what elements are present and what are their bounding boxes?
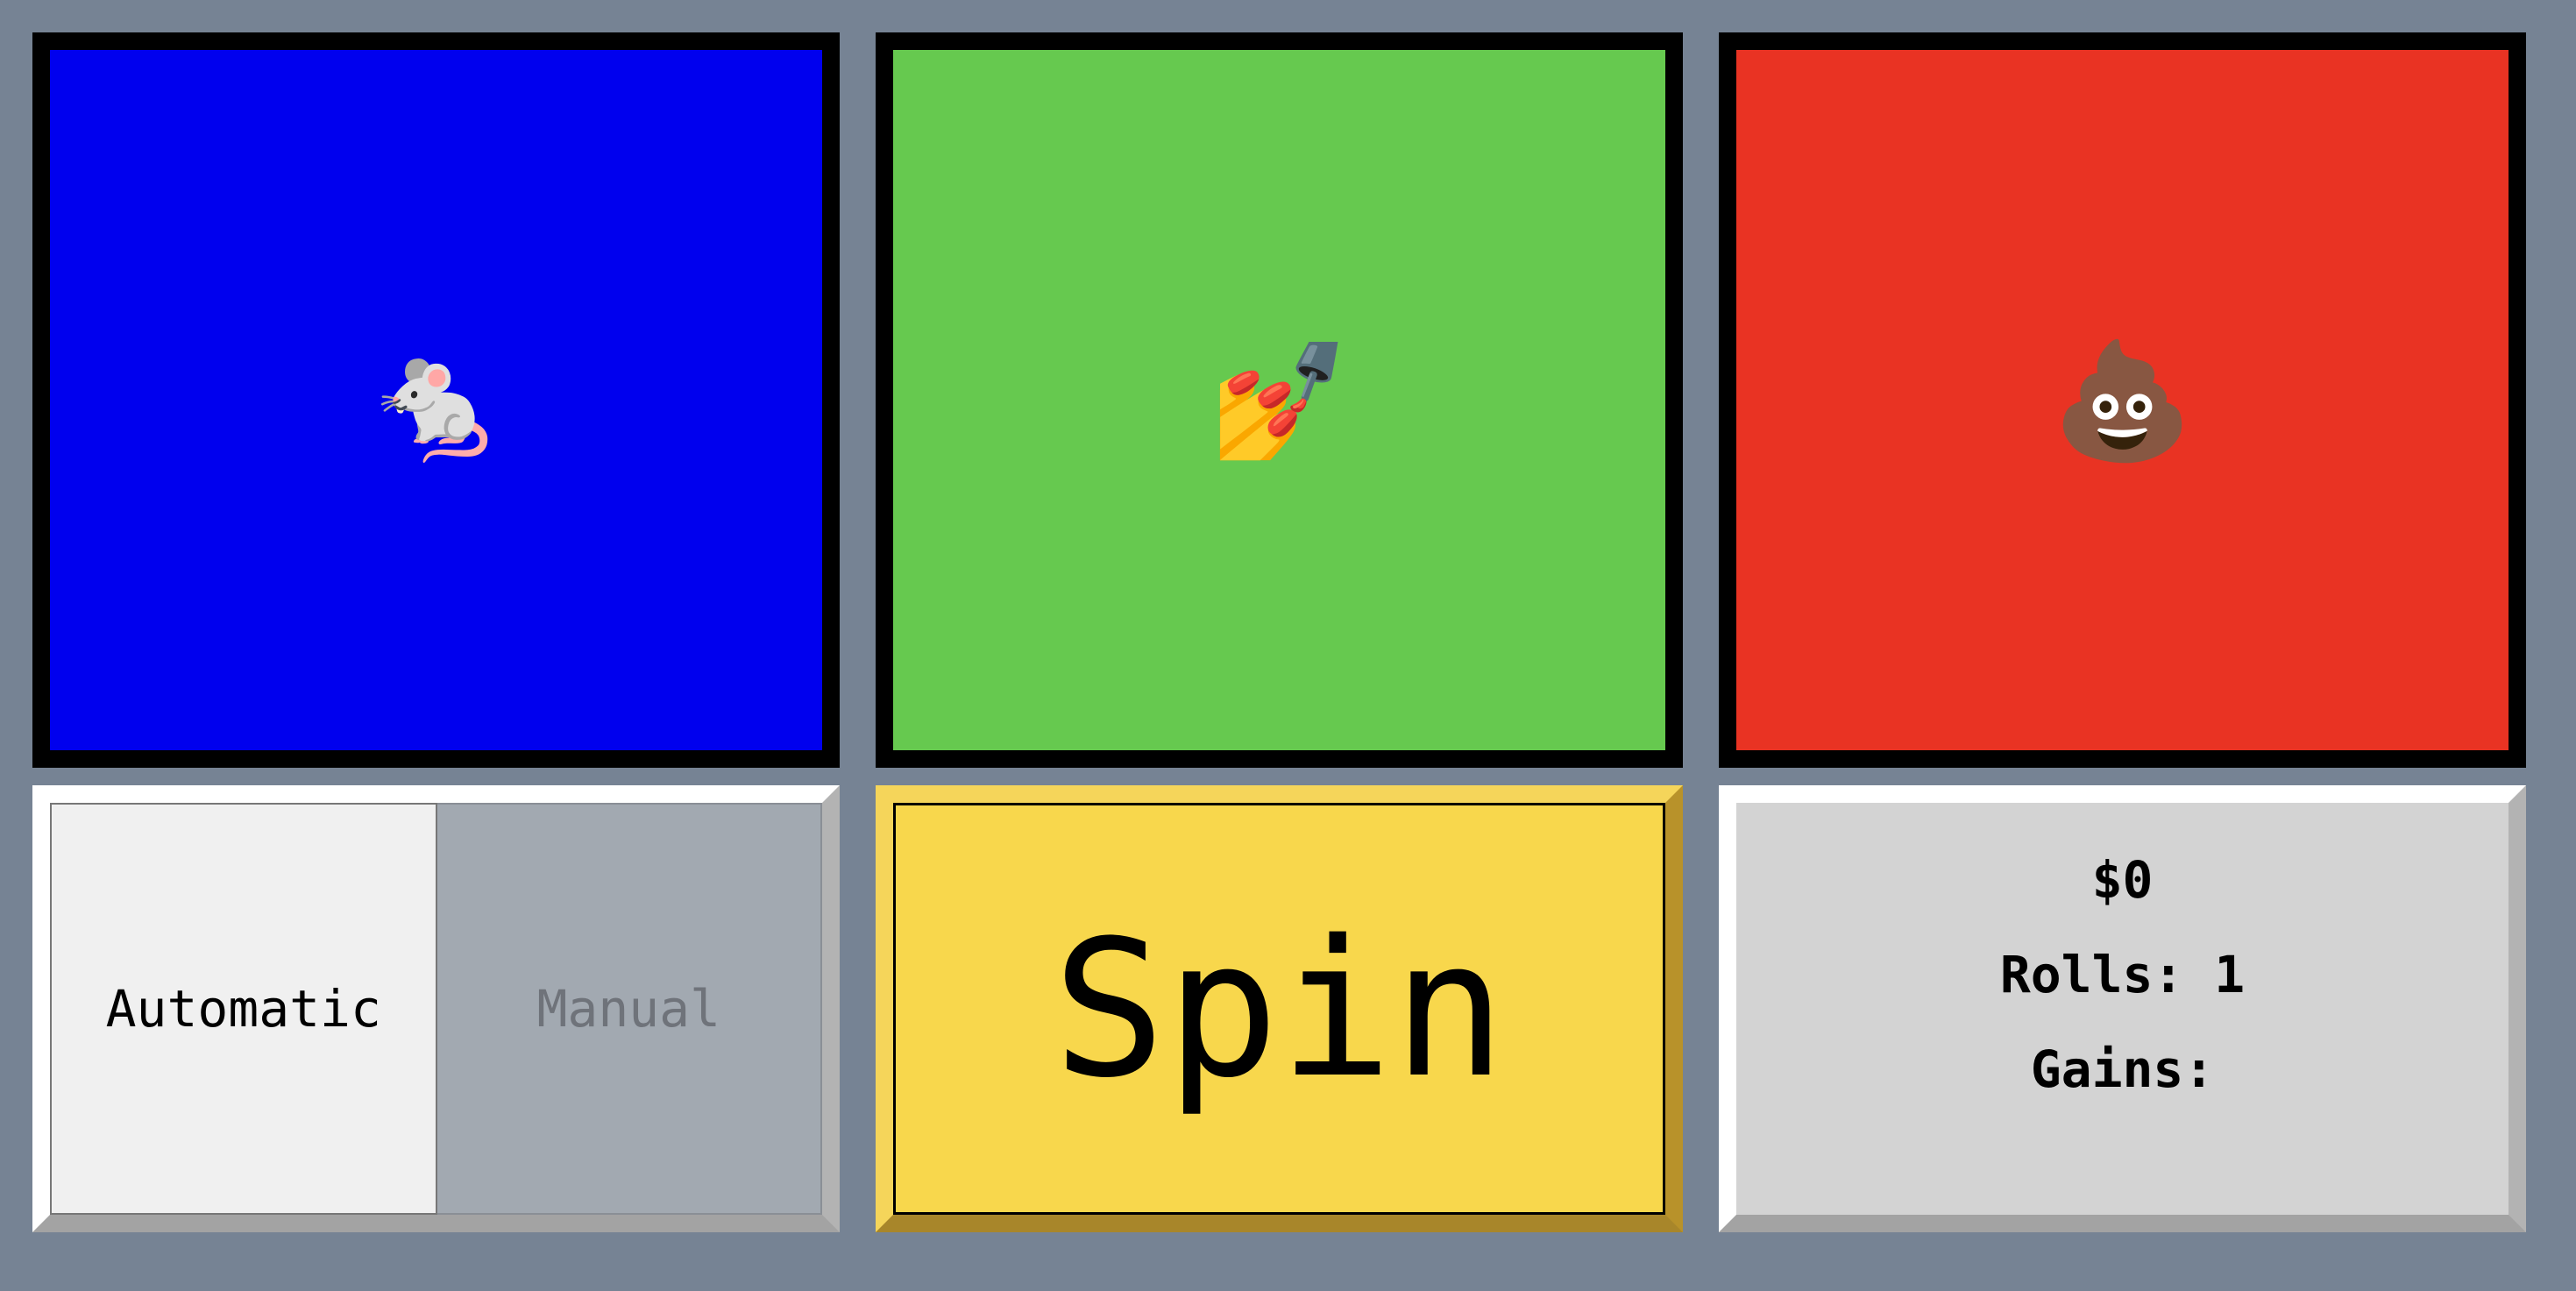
reel-2-face: 💅 xyxy=(893,50,1665,750)
spin-button[interactable]: Spin xyxy=(893,803,1665,1215)
reel-3-face: 💩 xyxy=(1736,50,2509,750)
spin-button-label: Spin xyxy=(1052,898,1507,1119)
nail-polish-icon: 💅 xyxy=(1208,333,1351,467)
reel-1: 🐁 xyxy=(32,32,840,768)
money-display: $0 xyxy=(2091,850,2154,910)
reel-2: 💅 xyxy=(876,32,1683,768)
mouse-icon: 🐁 xyxy=(365,333,507,467)
gains-display: Gains: xyxy=(2030,1039,2215,1099)
stats-panel: $0 Rolls: 1 Gains: xyxy=(1719,785,2526,1232)
automatic-mode-button[interactable]: Automatic xyxy=(50,803,437,1215)
stats-display: $0 Rolls: 1 Gains: xyxy=(1736,803,2509,1215)
mode-toggle: Automatic Manual xyxy=(50,803,822,1215)
manual-mode-button[interactable]: Manual xyxy=(436,803,822,1215)
rolls-counter: Rolls: 1 xyxy=(1999,945,2246,1004)
spin-panel: Spin xyxy=(876,785,1683,1232)
reel-1-face: 🐁 xyxy=(50,50,822,750)
mode-panel: Automatic Manual xyxy=(32,785,840,1232)
pile-of-poo-icon: 💩 xyxy=(2051,333,2194,467)
reel-3: 💩 xyxy=(1719,32,2526,768)
